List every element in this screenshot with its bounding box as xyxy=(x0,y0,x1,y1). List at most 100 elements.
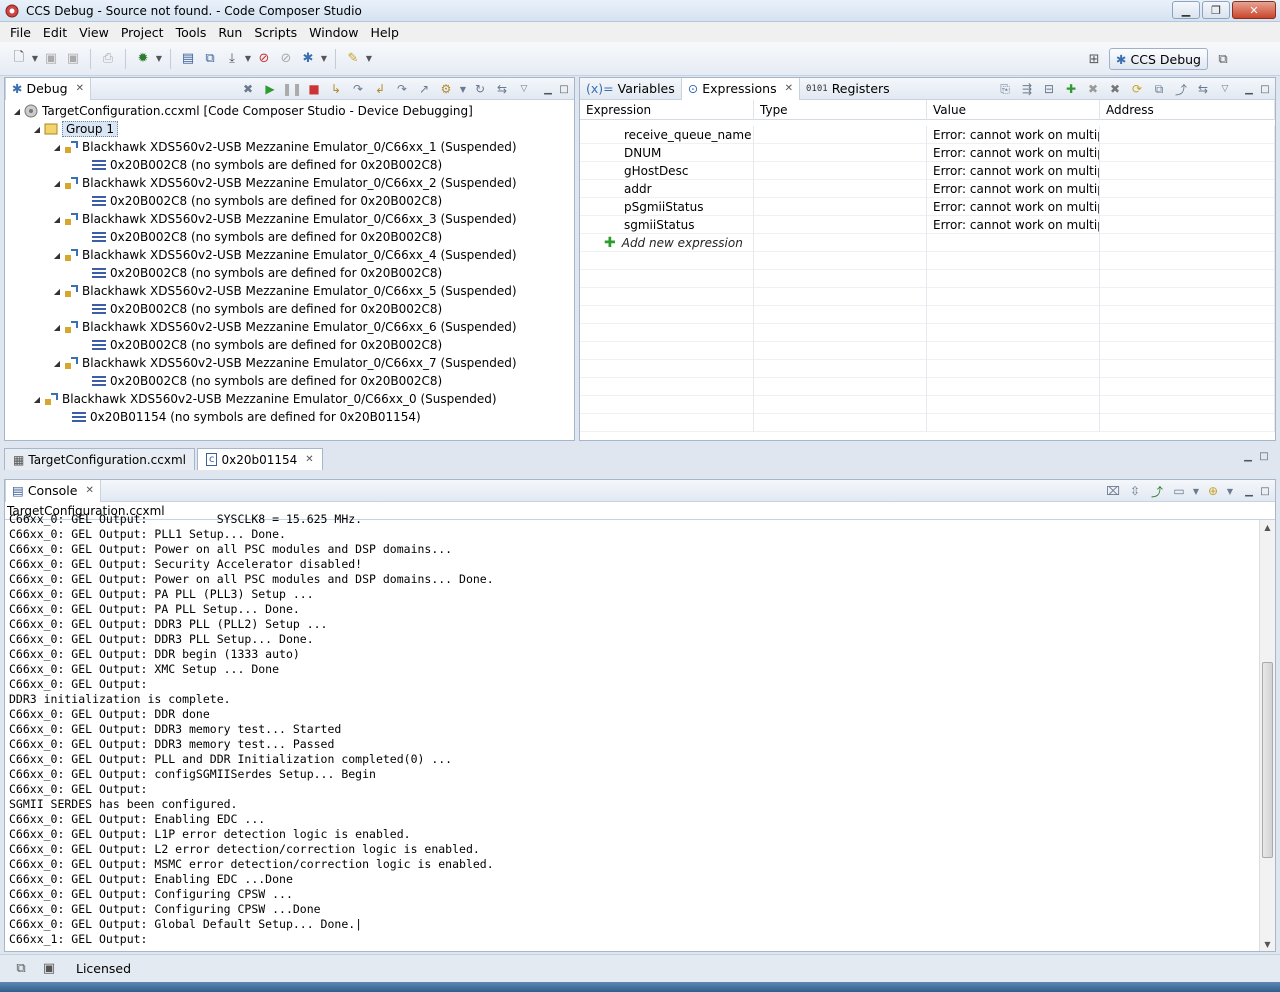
breakpoint-remove-icon[interactable]: ⊘ xyxy=(253,48,275,70)
tree-core[interactable]: ◢ Blackhawk XDS560v2-USB Mezzanine Emula… xyxy=(51,174,517,192)
minimize-button[interactable]: ▁ xyxy=(1172,1,1200,19)
step-return-icon[interactable]: ↲ xyxy=(370,80,390,98)
load-program-icon[interactable]: ⤓ xyxy=(221,48,243,70)
scroll-lock-icon[interactable]: ⇳ xyxy=(1125,482,1145,500)
table-row[interactable]: receive_queue_name Error: cannot work on… xyxy=(580,126,1275,144)
collapse-all-icon[interactable]: ⊟ xyxy=(1039,80,1059,98)
save-icon[interactable]: ▣ xyxy=(40,48,62,70)
table-row[interactable]: addr Error: cannot work on multipl... xyxy=(580,180,1275,198)
remove-expression-icon[interactable]: ✖ xyxy=(1083,80,1103,98)
refresh-icon[interactable]: ⟳ xyxy=(1127,80,1147,98)
tab-target-configuration[interactable]: ▦ TargetConfiguration.ccxml xyxy=(4,448,195,470)
tree-frame[interactable]: 0x20B002C8 (no symbols are defined for 0… xyxy=(91,228,442,246)
menu-scripts[interactable]: Scripts xyxy=(248,25,303,40)
new-icon[interactable]: 🗋 xyxy=(8,48,30,70)
minimize-view-icon[interactable]: ▁ xyxy=(1243,485,1255,497)
tab-debug[interactable]: ✱ Debug ✕ xyxy=(5,77,91,100)
add-new-expression-row[interactable]: ✚ Add new expression xyxy=(580,234,1275,252)
suspend-icon[interactable]: ❚❚ xyxy=(282,80,302,98)
resume-icon[interactable]: ▶ xyxy=(260,80,280,98)
tree-frame[interactable]: 0x20B002C8 (no symbols are defined for 0… xyxy=(91,156,442,174)
table-row[interactable]: sgmiiStatus Error: cannot work on multip… xyxy=(580,216,1275,234)
table-row[interactable]: pSgmiiStatus Error: cannot work on multi… xyxy=(580,198,1275,216)
view-menu-icon[interactable]: ▽ xyxy=(1215,80,1235,98)
close-icon[interactable]: ✕ xyxy=(785,83,793,94)
tab-variables[interactable]: (x)= Variables xyxy=(580,78,681,100)
link-icon[interactable]: ⇆ xyxy=(492,80,512,98)
tree-root[interactable]: ◢ TargetConfiguration.ccxml [Code Compos… xyxy=(11,102,473,120)
table-row[interactable]: gHostDesc Error: cannot work on multipl.… xyxy=(580,162,1275,180)
step-over-icon[interactable]: ↷ xyxy=(348,80,368,98)
table-row[interactable]: DNUM Error: cannot work on multipl... xyxy=(580,144,1275,162)
dropdown-arrow-icon[interactable]: ▼ xyxy=(1191,482,1201,500)
collapse-icon[interactable]: ◢ xyxy=(31,125,43,134)
tree-core[interactable]: ◢ Blackhawk XDS560v2-USB Mezzanine Emula… xyxy=(51,354,517,372)
add-expression-icon[interactable]: ✚ xyxy=(1061,80,1081,98)
scroll-down-arrow[interactable]: ▼ xyxy=(1260,937,1275,951)
menu-help[interactable]: Help xyxy=(364,25,405,40)
tree-frame[interactable]: 0x20B002C8 (no symbols are defined for 0… xyxy=(91,336,442,354)
tree-frame[interactable]: 0x20B002C8 (no symbols are defined for 0… xyxy=(91,300,442,318)
debug-icon[interactable]: ✱ xyxy=(297,48,319,70)
remove-launch-icon[interactable]: ✖ xyxy=(238,80,258,98)
show-type-names-icon[interactable]: ⎘ xyxy=(995,80,1015,98)
tree-core[interactable]: ◢ Blackhawk XDS560v2-USB Mezzanine Emula… xyxy=(51,282,517,300)
menu-view[interactable]: View xyxy=(73,25,115,40)
assembly-step-icon[interactable]: ↷ xyxy=(392,80,412,98)
terminate-icon[interactable]: ■ xyxy=(304,80,324,98)
dropdown-arrow-icon[interactable]: ▼ xyxy=(1225,482,1235,500)
tab-registers[interactable]: 0101 Registers xyxy=(800,78,896,100)
dropdown-arrow-icon[interactable]: ▼ xyxy=(243,48,253,70)
step-into-icon[interactable]: ↳ xyxy=(326,80,346,98)
scroll-up-arrow[interactable]: ▲ xyxy=(1260,520,1275,534)
menu-window[interactable]: Window xyxy=(303,25,364,40)
tree-frame[interactable]: 0x20B002C8 (no symbols are defined for 0… xyxy=(91,372,442,390)
maximize-view-icon[interactable]: □ xyxy=(1258,450,1270,462)
close-icon[interactable]: ✕ xyxy=(76,83,84,94)
perspective-more-icon[interactable]: ⧉ xyxy=(1212,48,1234,70)
pin-icon[interactable]: ⤴ xyxy=(1171,80,1191,98)
collapse-icon[interactable]: ◢ xyxy=(51,179,63,188)
column-value[interactable]: Value xyxy=(927,100,1100,120)
save-all-icon[interactable]: ▣ xyxy=(62,48,84,70)
close-icon[interactable]: ✕ xyxy=(305,454,313,465)
print-icon[interactable]: ⎙ xyxy=(97,48,119,70)
tree-frame[interactable]: 0x20B002C8 (no symbols are defined for 0… xyxy=(91,264,442,282)
console-scrollbar[interactable]: ▲ ▼ xyxy=(1259,520,1275,951)
collapse-icon[interactable]: ◢ xyxy=(31,395,43,404)
dropdown-arrow-icon[interactable]: ▼ xyxy=(364,48,374,70)
pin-console-icon[interactable]: ⤴ xyxy=(1147,482,1167,500)
menu-edit[interactable]: Edit xyxy=(37,25,73,40)
dropdown-arrow-icon[interactable]: ▼ xyxy=(319,48,329,70)
close-icon[interactable]: ✕ xyxy=(85,485,93,496)
show-logical-structure-icon[interactable]: ⇶ xyxy=(1017,80,1037,98)
close-button[interactable]: ✕ xyxy=(1232,1,1276,19)
tree-core[interactable]: ◢ Blackhawk XDS560v2-USB Mezzanine Emula… xyxy=(31,390,497,408)
tree-core[interactable]: ◢ Blackhawk XDS560v2-USB Mezzanine Emula… xyxy=(51,246,517,264)
perspective-ccs-debug[interactable]: ✱ CCS Debug xyxy=(1109,48,1208,70)
clear-console-icon[interactable]: ⌧ xyxy=(1103,482,1123,500)
minimize-view-icon[interactable]: ▁ xyxy=(1243,83,1255,95)
menu-project[interactable]: Project xyxy=(115,25,170,40)
collapse-icon[interactable]: ◢ xyxy=(11,107,23,116)
tab-expressions[interactable]: ⊙ Expressions ✕ xyxy=(680,77,800,100)
open-console-icon[interactable]: ⊕ xyxy=(1203,482,1223,500)
fast-view-icon[interactable]: ⧉ xyxy=(10,958,32,980)
maximize-view-icon[interactable]: □ xyxy=(1259,83,1271,95)
column-type[interactable]: Type xyxy=(754,100,927,120)
minimize-view-icon[interactable]: ▁ xyxy=(1242,450,1254,462)
tree-group[interactable]: ◢ Group 1 xyxy=(31,120,118,138)
maximize-view-icon[interactable]: □ xyxy=(1259,485,1271,497)
assembly-step-over-icon[interactable]: ↗ xyxy=(414,80,434,98)
reset-icon[interactable]: ⚙ xyxy=(436,80,456,98)
maximize-button[interactable]: ❐ xyxy=(1202,1,1230,19)
dropdown-arrow-icon[interactable]: ▼ xyxy=(30,48,40,70)
tab-disassembly-address[interactable]: c 0x20b01154 ✕ xyxy=(196,448,323,470)
tree-core[interactable]: ◢ Blackhawk XDS560v2-USB Mezzanine Emula… xyxy=(51,138,517,156)
connect-icon[interactable]: ⧉ xyxy=(199,48,221,70)
breakpoint-skip-icon[interactable]: ⊘ xyxy=(275,48,297,70)
restart-icon[interactable]: ↻ xyxy=(470,80,490,98)
collapse-icon[interactable]: ◢ xyxy=(51,323,63,332)
menu-tools[interactable]: Tools xyxy=(170,25,213,40)
minimize-view-icon[interactable]: ▁ xyxy=(542,83,554,95)
